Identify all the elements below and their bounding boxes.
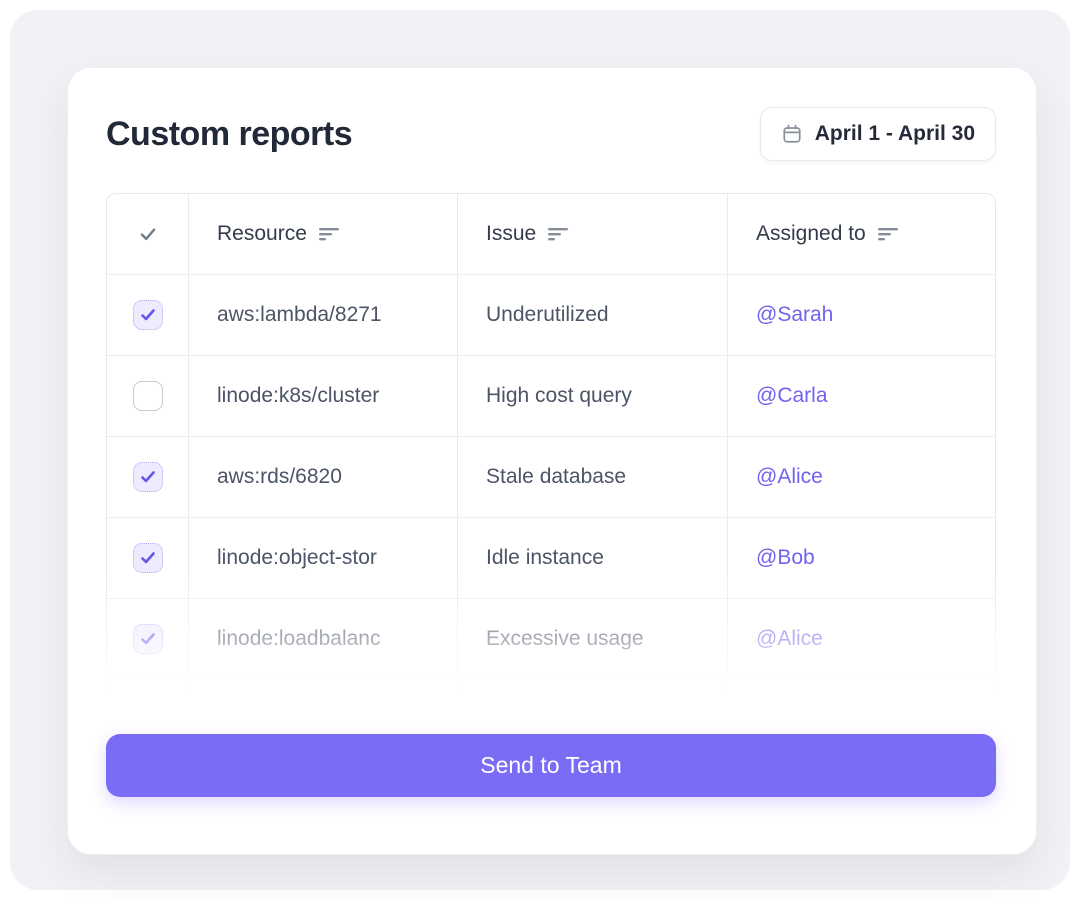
issue-cell: Underutilized bbox=[457, 275, 727, 355]
header-select-all[interactable] bbox=[107, 194, 188, 274]
assignee-link[interactable]: @Carla bbox=[756, 384, 828, 408]
card-header: Custom reports April 1 - April 30 bbox=[106, 107, 996, 161]
date-range-label: April 1 - April 30 bbox=[814, 122, 975, 145]
send-to-team-button[interactable]: Send to Team bbox=[106, 734, 996, 797]
sort-lines-icon bbox=[877, 225, 900, 243]
issue-cell: Idle instance bbox=[457, 518, 727, 598]
table-row: linode:loadbalanc Excessive usage @Alice bbox=[107, 599, 995, 680]
resource-cell: linode:loadbalanc bbox=[188, 599, 457, 679]
sort-lines-icon bbox=[318, 225, 341, 243]
table-header-row: Resource Issue Assigned to bbox=[107, 194, 995, 275]
table-row: aws:rds/6820 Stale database @Alice bbox=[107, 437, 995, 518]
date-range-button[interactable]: April 1 - April 30 bbox=[759, 107, 996, 161]
page-background: Custom reports April 1 - April 30 Resour… bbox=[10, 10, 1070, 890]
issue-cell: High cost query bbox=[457, 356, 727, 436]
header-resource[interactable]: Resource bbox=[188, 194, 457, 274]
header-issue-label: Issue bbox=[486, 222, 537, 245]
header-resource-label: Resource bbox=[217, 222, 307, 245]
resource-cell bbox=[188, 680, 457, 714]
check-icon bbox=[137, 223, 159, 245]
assignee-link[interactable]: @Sarah bbox=[756, 303, 833, 327]
row-checkbox[interactable] bbox=[132, 624, 163, 654]
resource-cell: linode:object-stor bbox=[188, 518, 457, 598]
custom-reports-card: Custom reports April 1 - April 30 Resour… bbox=[67, 67, 1037, 855]
assignee-link[interactable]: @Alice bbox=[756, 627, 823, 651]
assignee-link[interactable]: @Bob bbox=[756, 546, 815, 570]
row-checkbox bbox=[132, 705, 163, 714]
sort-lines-icon bbox=[548, 225, 570, 243]
resource-cell: linode:k8s/cluster bbox=[188, 356, 457, 436]
page-title: Custom reports bbox=[106, 114, 353, 153]
table-row: aws:lambda/8271 Underutilized @Sarah bbox=[107, 275, 995, 356]
reports-table: Resource Issue Assigned to aws:lambda/82… bbox=[106, 193, 996, 714]
header-assigned-label: Assigned to bbox=[756, 222, 866, 245]
resource-cell: aws:rds/6820 bbox=[188, 437, 457, 517]
assignee-link[interactable]: @Alice bbox=[756, 465, 823, 489]
table-row: linode:object-stor Idle instance @Bob bbox=[107, 518, 995, 599]
row-checkbox[interactable] bbox=[132, 462, 163, 492]
issue-cell bbox=[457, 680, 727, 714]
resource-cell: aws:lambda/8271 bbox=[188, 275, 457, 355]
row-checkbox[interactable] bbox=[132, 543, 163, 573]
issue-cell: Excessive usage bbox=[457, 599, 727, 679]
row-checkbox[interactable] bbox=[132, 300, 163, 330]
calendar-icon bbox=[781, 123, 803, 145]
header-assigned-to[interactable]: Assigned to bbox=[727, 194, 995, 274]
table-row: linode:k8s/cluster High cost query @Carl… bbox=[107, 356, 995, 437]
header-issue[interactable]: Issue bbox=[457, 194, 727, 274]
table-row-partial bbox=[107, 680, 995, 714]
assignee-cell bbox=[727, 680, 995, 714]
row-checkbox[interactable] bbox=[132, 381, 163, 411]
issue-cell: Stale database bbox=[457, 437, 727, 517]
